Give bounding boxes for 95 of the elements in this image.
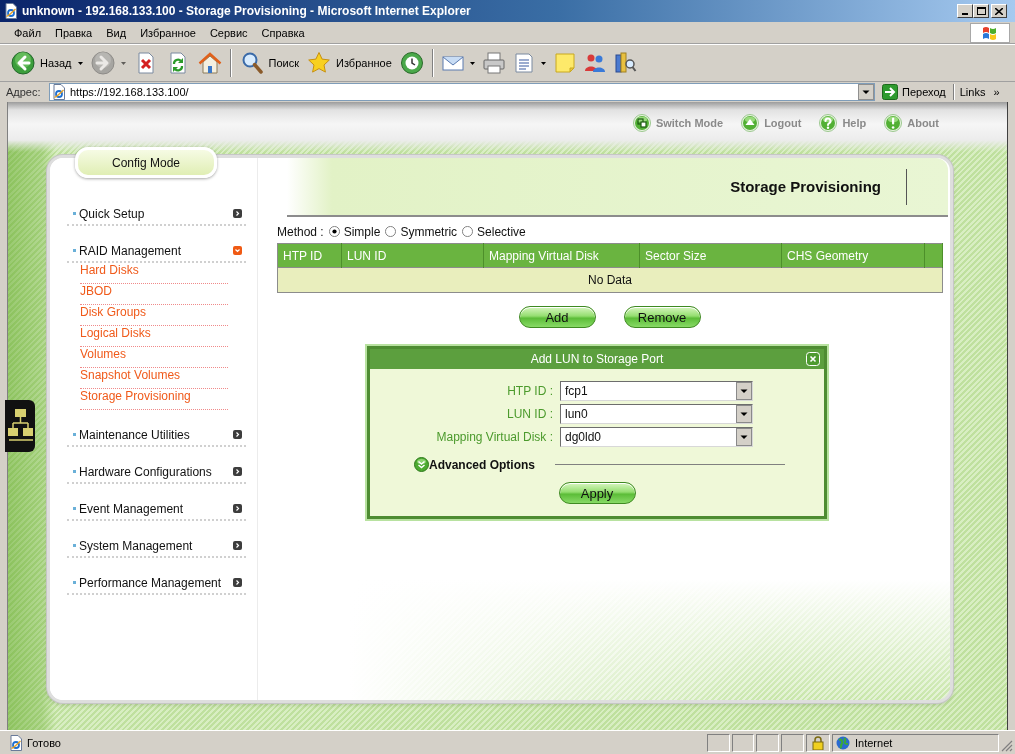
action-button[interactable]: Add: [518, 306, 596, 328]
method-option[interactable]: Selective: [462, 224, 526, 239]
radio-button[interactable]: [328, 226, 340, 237]
field-label: HTP ID :: [506, 384, 553, 398]
chevron-right-icon[interactable]: [233, 578, 242, 587]
status-pane: [756, 733, 779, 752]
dropdown-field[interactable]: lun0: [560, 404, 753, 424]
network-icon[interactable]: [5, 400, 35, 452]
radio-button[interactable]: [462, 226, 474, 237]
bullet-icon: [73, 544, 76, 547]
up-arrow-icon[interactable]: [741, 114, 760, 132]
menu-item[interactable]: Справка: [254, 24, 312, 41]
field-label: LUN ID :: [506, 407, 553, 421]
back-icon[interactable]: [11, 51, 35, 75]
back-button[interactable]: Назад: [7, 51, 76, 75]
more-button[interactable]: »: [993, 86, 1000, 98]
clock-icon[interactable]: [399, 51, 424, 75]
caret-icon[interactable]: [77, 61, 83, 65]
page-title: Storage Provisioning: [730, 178, 881, 195]
sidebar-subitem[interactable]: Hard Disks: [80, 263, 228, 284]
go-button[interactable]: Переход: [882, 84, 946, 100]
sidebar-item[interactable]: Quick Setup: [67, 203, 246, 226]
bullet-icon: [73, 507, 76, 510]
sidebar-item[interactable]: Performance Management: [67, 572, 246, 595]
chevron-down-icon[interactable]: [233, 246, 242, 255]
go-arrow-icon[interactable]: [882, 84, 898, 100]
menu-item[interactable]: Вид: [99, 24, 134, 41]
caret-icon[interactable]: [540, 61, 546, 65]
sidebar-subitem[interactable]: Disk Groups: [80, 305, 228, 326]
chevron-right-icon[interactable]: [233, 467, 242, 476]
chevron-right-icon[interactable]: [233, 541, 242, 550]
caret-icon[interactable]: [469, 61, 475, 65]
globe-icon: [836, 735, 850, 750]
method-option[interactable]: Simple: [328, 224, 381, 239]
advanced-options-toggle[interactable]: Advanced Options: [414, 457, 535, 472]
bullet-icon: [73, 470, 76, 473]
sidebar-subitem[interactable]: Logical Disks: [80, 326, 228, 347]
action-button[interactable]: Remove: [623, 306, 701, 328]
bullet-icon: [73, 212, 76, 215]
chevron-right-icon[interactable]: [233, 504, 242, 513]
star-icon[interactable]: [307, 51, 331, 75]
menu-item[interactable]: Сервис: [202, 24, 255, 41]
chevron-right-icon[interactable]: [233, 430, 242, 439]
dropdown-field[interactable]: fcp1: [560, 381, 753, 401]
menu-item[interactable]: Избранное: [133, 24, 203, 41]
sidebar-item[interactable]: Maintenance Utilities: [67, 424, 246, 447]
close-icon[interactable]: [995, 7, 1003, 15]
printer-icon[interactable]: [481, 51, 506, 75]
resize-grip-icon[interactable]: [1001, 739, 1013, 752]
sidebar-item[interactable]: Event Management: [67, 498, 246, 521]
sidebar-item[interactable]: System Management: [67, 535, 246, 558]
dialog-title: Add LUN to Storage Port: [530, 352, 664, 366]
double-chevron-down-icon[interactable]: [414, 457, 429, 472]
sidebar-subitem[interactable]: Snapshot Volumes: [80, 368, 228, 389]
lock-icon: [812, 735, 824, 750]
address-label: Адрес:: [6, 86, 42, 98]
search-button[interactable]: Поиск: [235, 51, 303, 75]
status-pane: [732, 733, 754, 752]
links-button[interactable]: Links: [959, 86, 986, 98]
sidebar-subitem[interactable]: Volumes: [80, 347, 228, 368]
bullet-icon: [73, 433, 76, 436]
bullet-icon: [73, 249, 76, 252]
table-cell: No Data: [277, 267, 943, 293]
field-label: Mapping Virtual Disk :: [435, 430, 553, 444]
help-icon[interactable]: [819, 114, 838, 132]
status-pane: [781, 733, 804, 752]
window-title: unknown - 192.168.133.100 - Storage Provisioning - Microsoft Internet Explorer: [22, 4, 472, 18]
chevron-right-icon[interactable]: [233, 209, 242, 218]
page-icon: [8, 734, 24, 751]
exclamation-icon[interactable]: [884, 114, 903, 132]
page-icon: [51, 84, 67, 100]
favorites-button[interactable]: Избранное: [303, 51, 396, 75]
method-label: Method :: [277, 224, 324, 239]
address-field[interactable]: https://192.168.133.100/: [49, 83, 875, 101]
method-option[interactable]: Symmetric: [385, 224, 458, 239]
caret-icon[interactable]: [858, 84, 874, 100]
dropdown-field[interactable]: dg0ld0: [560, 427, 753, 447]
sidebar-item[interactable]: Hardware Configurations: [67, 461, 246, 484]
sidebar-item[interactable]: RAID Management: [67, 240, 246, 263]
status-pane: [707, 733, 730, 752]
apply-button[interactable]: Apply: [558, 482, 636, 504]
status-text: Готово: [27, 736, 62, 749]
minimize-button[interactable]: [957, 4, 973, 18]
radio-button[interactable]: [385, 226, 397, 237]
mode-tab[interactable]: Config Mode: [75, 147, 217, 178]
bullet-icon: [73, 581, 76, 584]
zone-label: Internet: [855, 736, 893, 749]
menu-item[interactable]: Файл: [7, 24, 49, 41]
squares-icon[interactable]: [632, 114, 651, 132]
menu-item[interactable]: Правка: [48, 24, 100, 41]
page-icon: [3, 3, 19, 19]
close-button[interactable]: [991, 4, 1007, 18]
sidebar-subitem[interactable]: Storage Provisioning: [80, 389, 228, 410]
home-icon[interactable]: [197, 51, 222, 75]
books-icon[interactable]: [612, 51, 637, 75]
